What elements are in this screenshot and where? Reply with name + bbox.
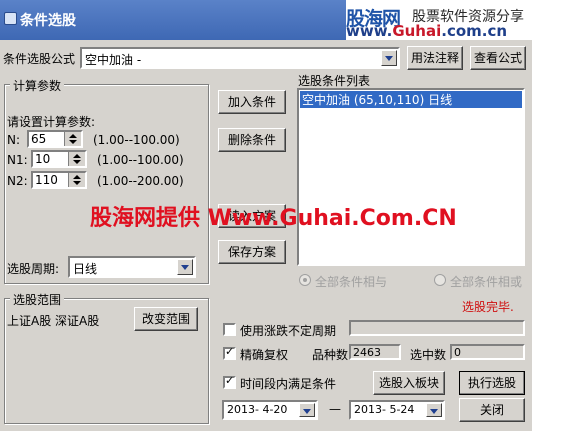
window-title: 条件选股 — [20, 13, 76, 29]
all-or-radio[interactable] — [434, 274, 446, 286]
view-formula-button[interactable]: 查看公式 — [470, 46, 526, 70]
spin-arrows-icon[interactable] — [68, 173, 85, 187]
param-n-range: (1.00--100.00) — [93, 133, 180, 147]
param-n1-stepper[interactable]: 10 — [31, 150, 87, 168]
status-text: 选股完毕. — [462, 300, 514, 314]
count-label: 品种数 — [312, 348, 349, 362]
param-n1-value: 10 — [35, 152, 51, 166]
selected-value: 0 — [454, 346, 461, 359]
delete-condition-button[interactable]: 删除条件 — [218, 128, 286, 152]
param-n2-value: 110 — [35, 173, 58, 187]
param-n-value: 65 — [31, 132, 47, 146]
count-field: 2463 — [349, 344, 401, 360]
end-date-picker[interactable]: 2013- 5-24 — [349, 400, 445, 420]
period-select[interactable]: 日线 — [68, 256, 196, 278]
outer-background — [532, 40, 566, 431]
spin-arrows-icon[interactable] — [64, 132, 81, 146]
save-plan-button[interactable]: 保存方案 — [218, 240, 286, 264]
change-range-button[interactable]: 改变范围 — [134, 307, 198, 331]
spin-arrows-icon[interactable] — [68, 152, 85, 166]
time-range-label: 时间段内满足条件 — [240, 377, 337, 391]
title-bar[interactable]: 条件选股 — [0, 0, 346, 40]
time-range-checkbox[interactable] — [223, 374, 236, 389]
logo-url: www.Guhai.com.cn — [346, 22, 507, 40]
param-n1-label: N1: — [7, 153, 28, 167]
uncertain-period-label: 使用涨跌不定周期 — [240, 324, 337, 338]
close-button[interactable]: 关闭 — [459, 398, 525, 422]
param-n2-label: N2: — [7, 174, 28, 188]
app-icon — [4, 12, 17, 25]
uncertain-period-field[interactable] — [349, 320, 525, 336]
uncertain-period-checkbox[interactable] — [223, 323, 236, 336]
condition-list-title: 选股条件列表 — [298, 74, 371, 88]
site-logo: 股海网 股票软件资源分享 www.Guhai.com.cn — [346, 0, 566, 40]
selected-label: 选中数 — [410, 348, 447, 362]
period-label: 选股周期: — [7, 262, 60, 276]
add-condition-button[interactable]: 加入条件 — [218, 90, 286, 114]
param-n1-range: (1.00--100.00) — [97, 153, 184, 167]
execute-button[interactable]: 执行选股 — [459, 371, 525, 395]
chevron-down-icon[interactable] — [381, 50, 397, 66]
formula-value: 空中加油 - — [85, 53, 142, 67]
list-item[interactable]: 空中加油 (65,10,110) 日线 — [300, 91, 522, 108]
params-group-title: 计算参数 — [10, 77, 65, 94]
param-n-label: N: — [7, 133, 21, 147]
adjust-checkbox[interactable] — [223, 345, 236, 360]
start-date-value: 2013- 4-20 — [227, 403, 288, 416]
chevron-down-icon[interactable] — [299, 403, 315, 417]
all-or-label: 全部条件相或 — [450, 275, 523, 289]
formula-label: 条件选股公式 — [3, 52, 76, 66]
chevron-down-icon[interactable] — [177, 259, 193, 275]
selected-field: 0 — [450, 344, 525, 360]
adjust-label: 精确复权 — [240, 348, 289, 362]
chevron-down-icon[interactable] — [426, 403, 442, 417]
all-and-label: 全部条件相与 — [315, 275, 388, 289]
param-n2-stepper[interactable]: 110 — [31, 171, 87, 189]
count-value: 2463 — [353, 346, 381, 359]
all-and-radio[interactable] — [299, 274, 311, 286]
range-value: 上证A股 深证A股 — [7, 314, 100, 328]
to-block-button[interactable]: 选股入板块 — [373, 371, 445, 395]
formula-select[interactable]: 空中加油 - — [80, 47, 400, 69]
condition-list[interactable]: 空中加油 (65,10,110) 日线 — [297, 88, 525, 266]
logo-url-suffix: .com.cn — [441, 22, 508, 40]
watermark-text: 股海网提供 Www.Guhai.Com.CN — [90, 206, 457, 231]
params-prompt: 请设置计算参数: — [7, 115, 96, 129]
date-separator: — — [329, 402, 341, 416]
usage-notes-button[interactable]: 用法注释 — [407, 46, 463, 70]
param-n2-range: (1.00--200.00) — [97, 174, 184, 188]
logo-url-prefix: www. — [346, 22, 393, 40]
param-n-stepper[interactable]: 65 — [27, 130, 83, 148]
range-group-title: 选股范围 — [10, 291, 65, 308]
period-value: 日线 — [73, 262, 98, 276]
end-date-value: 2013- 5-24 — [354, 403, 415, 416]
start-date-picker[interactable]: 2013- 4-20 — [222, 400, 318, 420]
logo-url-brand: Guhai — [392, 22, 442, 40]
